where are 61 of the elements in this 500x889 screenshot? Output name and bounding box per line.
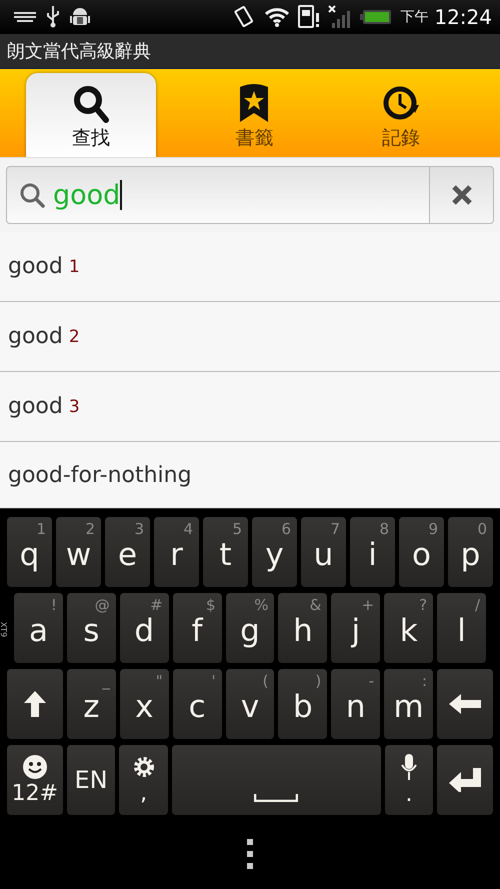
key[interactable]: @ s (66, 593, 116, 663)
key[interactable]: 4 r (154, 517, 199, 587)
search-icon (19, 182, 45, 208)
key[interactable]: + j (331, 593, 380, 663)
settings-icon (132, 755, 156, 779)
smiley-icon (22, 755, 47, 779)
key[interactable]: 1 q (7, 517, 52, 587)
tab[interactable]: 記錄 (336, 73, 466, 157)
key[interactable]: 8 i (350, 517, 395, 587)
key[interactable]: ' c (172, 669, 222, 739)
key[interactable]: % g (226, 593, 274, 663)
key[interactable]: 7 u (301, 517, 346, 587)
space-icon (254, 794, 298, 802)
close-icon (450, 184, 472, 206)
wifi-icon (264, 7, 290, 27)
key[interactable]: ? k (384, 593, 434, 663)
signal-icon (328, 5, 352, 29)
key[interactable]: ! a (14, 593, 63, 663)
search-icon (73, 85, 110, 123)
clear-button[interactable] (430, 166, 494, 224)
key[interactable]: 12# (7, 745, 63, 815)
key[interactable]: _ z (66, 669, 116, 739)
key[interactable]: : m (384, 669, 433, 739)
key[interactable]: # d (120, 593, 169, 663)
tab[interactable]: 書籤 (189, 73, 320, 157)
key[interactable]: 2 w (56, 517, 101, 587)
key[interactable]: / l (437, 593, 486, 663)
result-item[interactable]: good-for-nothing (0, 442, 500, 508)
usb-icon (46, 6, 60, 28)
key[interactable]: ) b (278, 669, 328, 739)
android-icon (70, 6, 90, 28)
key[interactable]: & h (278, 593, 328, 663)
key[interactable]: , (119, 745, 168, 815)
key[interactable] (7, 669, 63, 739)
clock-time: 12:24 (434, 5, 492, 29)
key[interactable]: $ f (172, 593, 222, 663)
key[interactable] (437, 745, 493, 815)
enter-icon (449, 768, 482, 792)
key[interactable]: ( v (226, 669, 274, 739)
key[interactable]: 5 t (203, 517, 248, 587)
key[interactable]: 0 p (448, 517, 493, 587)
key[interactable]: 3 e (105, 517, 150, 587)
keyboard-icon (14, 12, 36, 22)
key[interactable]: - n (331, 669, 380, 739)
shift-icon (24, 691, 46, 717)
tab[interactable]: 查找 (26, 73, 156, 157)
battery-icon (360, 9, 392, 25)
input-mode-label: XT9 (0, 622, 8, 638)
backspace-icon (448, 694, 481, 714)
menu-icon[interactable] (246, 839, 254, 869)
sim-alert-icon (298, 5, 320, 29)
key[interactable]: " x (120, 669, 169, 739)
key[interactable] (437, 669, 493, 739)
app-title: 朗文當代高級辭典 (7, 40, 151, 63)
time-period: 下午 (400, 8, 428, 26)
key[interactable]: EN (66, 745, 116, 815)
key[interactable]: 6 y (252, 517, 297, 587)
microphone-icon (400, 754, 417, 780)
key[interactable]: 9 o (399, 517, 444, 587)
key[interactable]: . (384, 745, 434, 815)
bookmark-star-icon (238, 83, 270, 123)
